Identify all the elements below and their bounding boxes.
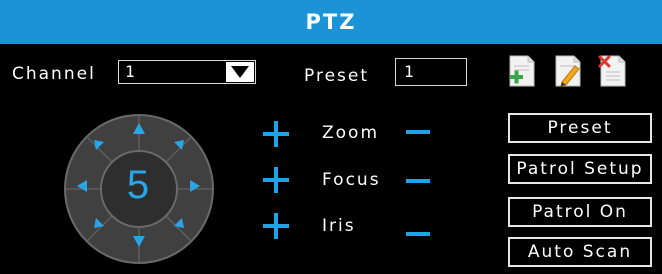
preset-input[interactable]: 1 xyxy=(395,58,467,86)
preset-button[interactable]: Preset xyxy=(508,113,652,143)
zoom-in-button[interactable] xyxy=(263,121,289,147)
pan-down-left-icon[interactable] xyxy=(92,215,106,229)
pan-down-right-icon[interactable] xyxy=(172,215,186,229)
channel-value: 1 xyxy=(125,62,135,81)
dropdown-arrow-icon[interactable] xyxy=(226,62,254,82)
title-bar: PTZ xyxy=(0,0,662,44)
focus-far-button[interactable] xyxy=(406,179,430,183)
window-title: PTZ xyxy=(305,10,357,34)
edit-preset-icon[interactable] xyxy=(553,54,583,88)
ptz-window: PTZ Channel 1 Preset 1 5 Zoom Focus Iris… xyxy=(0,0,662,274)
pan-speed-value: 5 xyxy=(126,162,150,207)
iris-open-button[interactable] xyxy=(263,213,289,239)
pan-right-icon[interactable] xyxy=(188,178,202,192)
focus-label: Focus xyxy=(322,170,381,190)
preset-value: 1 xyxy=(404,62,414,81)
divider xyxy=(0,44,662,46)
iris-label: Iris xyxy=(322,216,356,236)
iris-close-button[interactable] xyxy=(406,232,430,236)
pan-up-icon[interactable] xyxy=(132,121,146,135)
delete-preset-icon[interactable] xyxy=(598,54,628,88)
preset-label: Preset xyxy=(304,66,370,86)
add-preset-icon[interactable] xyxy=(507,54,537,88)
pan-up-left-icon[interactable] xyxy=(92,137,106,151)
pan-left-icon[interactable] xyxy=(75,178,89,192)
patrol-on-button[interactable]: Patrol On xyxy=(508,197,652,227)
zoom-label: Zoom xyxy=(322,123,380,143)
auto-scan-button[interactable]: Auto Scan xyxy=(508,237,652,267)
focus-near-button[interactable] xyxy=(263,167,289,193)
patrol-setup-button[interactable]: Patrol Setup xyxy=(508,154,652,184)
zoom-out-button[interactable] xyxy=(406,130,430,134)
channel-label: Channel xyxy=(12,64,96,84)
channel-select[interactable]: 1 xyxy=(118,60,256,84)
pan-down-icon[interactable] xyxy=(132,233,146,247)
pan-up-right-icon[interactable] xyxy=(172,137,186,151)
